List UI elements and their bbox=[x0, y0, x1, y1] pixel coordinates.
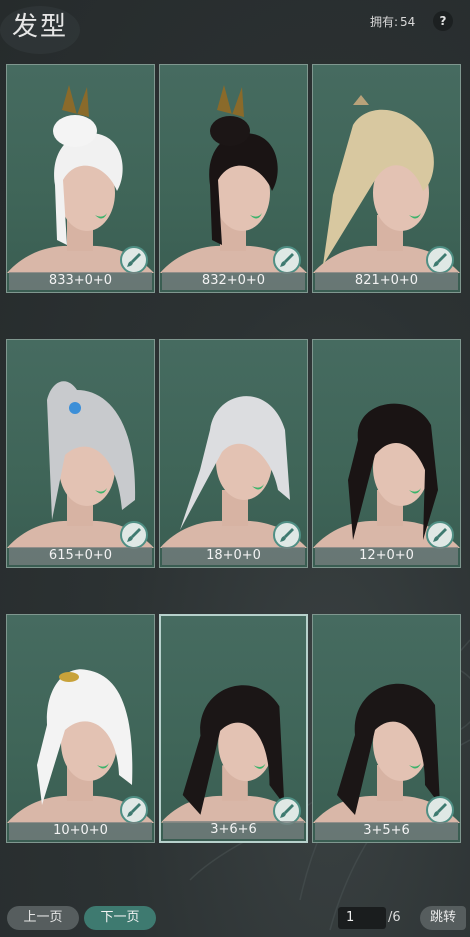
hairstyle-card-selected[interactable]: 3+6+6 bbox=[159, 614, 308, 843]
hairstyle-code: 10+0+0 bbox=[9, 822, 152, 840]
dye-brush-button[interactable] bbox=[120, 521, 148, 549]
prev-page-button[interactable]: 上一页 bbox=[7, 906, 79, 930]
hairstyle-portrait bbox=[7, 669, 154, 823]
hairstyle-card[interactable]: 832+0+0 bbox=[159, 64, 308, 293]
page-total: /6 bbox=[388, 910, 401, 925]
hairstyle-code: 615+0+0 bbox=[9, 547, 152, 565]
hairstyle-card[interactable]: 18+0+0 bbox=[159, 339, 308, 568]
hairstyle-code: 821+0+0 bbox=[315, 272, 458, 290]
dye-brush-button[interactable] bbox=[426, 796, 454, 824]
owned-counter: 拥有: 54 bbox=[370, 13, 415, 30]
brush-icon bbox=[280, 804, 294, 818]
hairstyle-card[interactable]: 3+5+6 bbox=[312, 614, 461, 843]
hairstyle-card[interactable]: 12+0+0 bbox=[312, 339, 461, 568]
page-number-input[interactable]: 1 bbox=[338, 907, 386, 929]
owned-label: 拥有: bbox=[370, 15, 399, 29]
brush-icon bbox=[433, 528, 447, 542]
header: 发型 拥有: 54 ? bbox=[0, 0, 470, 50]
hairstyle-portrait bbox=[161, 685, 306, 823]
brush-icon bbox=[433, 253, 447, 267]
help-button[interactable]: ? bbox=[433, 11, 453, 31]
hairstyle-portrait bbox=[313, 95, 460, 273]
next-page-button[interactable]: 下一页 bbox=[84, 906, 156, 930]
dye-brush-button[interactable] bbox=[273, 521, 301, 549]
hairstyle-portrait bbox=[7, 85, 154, 273]
dye-brush-button[interactable] bbox=[120, 246, 148, 274]
dye-brush-button[interactable] bbox=[426, 246, 454, 274]
brush-icon bbox=[127, 528, 141, 542]
hairstyle-card[interactable]: 10+0+0 bbox=[6, 614, 155, 843]
brush-icon bbox=[127, 253, 141, 267]
hairstyle-portrait bbox=[160, 85, 307, 273]
dye-brush-button[interactable] bbox=[120, 796, 148, 824]
hairstyle-card[interactable]: 833+0+0 bbox=[6, 64, 155, 293]
hairstyle-code: 18+0+0 bbox=[162, 547, 305, 565]
brush-icon bbox=[433, 803, 447, 817]
owned-count: 54 bbox=[400, 15, 416, 29]
dye-brush-button[interactable] bbox=[273, 246, 301, 274]
hairstyle-code: 833+0+0 bbox=[9, 272, 152, 290]
brush-icon bbox=[127, 803, 141, 817]
hairstyle-portrait bbox=[7, 381, 154, 548]
hairstyle-code: 3+6+6 bbox=[163, 821, 304, 839]
hairstyle-code: 3+5+6 bbox=[315, 822, 458, 840]
hairstyle-card[interactable]: 615+0+0 bbox=[6, 339, 155, 568]
page-title: 发型 bbox=[12, 12, 69, 42]
hairstyle-portrait bbox=[313, 403, 460, 548]
hairstyle-code: 12+0+0 bbox=[315, 547, 458, 565]
dye-brush-button[interactable] bbox=[426, 521, 454, 549]
hairstyle-code: 832+0+0 bbox=[162, 272, 305, 290]
brush-icon bbox=[280, 253, 294, 267]
hairstyle-portrait bbox=[160, 396, 307, 548]
jump-button[interactable]: 跳转 bbox=[420, 906, 466, 930]
hairstyle-card[interactable]: 821+0+0 bbox=[312, 64, 461, 293]
brush-icon bbox=[280, 528, 294, 542]
hairstyle-portrait bbox=[313, 683, 460, 823]
